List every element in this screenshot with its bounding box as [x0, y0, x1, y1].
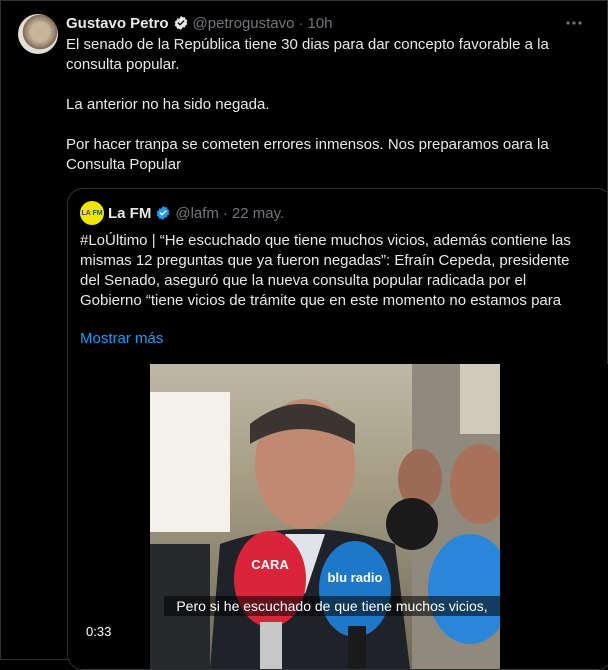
tweet-card[interactable]: Gustavo Petro @petrogustavo · 10h El sen…: [0, 0, 608, 670]
tweet-header: Gustavo Petro @petrogustavo · 10h: [66, 13, 333, 33]
quoted-author-handle: @lafm: [175, 204, 219, 222]
author-name[interactable]: Gustavo Petro: [66, 15, 169, 32]
verified-badge-icon: [157, 206, 170, 220]
mic-label: CARA: [251, 557, 289, 572]
quoted-tweet-body: #LoÚltimo | “He escuchado que tiene much…: [80, 232, 571, 309]
video-thumbnail: CARA blu radio: [150, 364, 500, 669]
video-caption: Pero si he escuchado de que tiene muchos…: [164, 596, 500, 616]
tweet-body: El senado de la República tiene 30 dias …: [66, 35, 586, 175]
video-duration: 0:33: [80, 622, 118, 641]
video-player[interactable]: CARA blu radio Pero si he escuchado de qu…: [68, 364, 608, 669]
separator-dot: ·: [298, 14, 304, 32]
tweet-paragraph: Por hacer tranpa se cometen errores inme…: [66, 136, 549, 173]
author-avatar[interactable]: [18, 14, 58, 54]
quoted-tweet-date: 22 may.: [231, 204, 285, 222]
more-options-icon[interactable]: [563, 13, 585, 33]
author-handle[interactable]: @petrogustavo: [193, 15, 295, 32]
quoted-author-name: La FM: [108, 204, 152, 222]
quoted-author-avatar: LA FM: [80, 201, 104, 225]
tweet-paragraph: El senado de la República tiene 30 dias …: [66, 36, 549, 73]
separator-dot: ·: [222, 204, 228, 222]
quoted-tweet[interactable]: LA FM La FM @lafm · 22 may. #LoÚltimo | …: [67, 188, 608, 670]
mic-label: blu radio: [328, 570, 383, 585]
quoted-tweet-header: LA FM La FM @lafm · 22 may.: [80, 201, 285, 225]
video-frame[interactable]: CARA blu radio Pero si he escuchado de qu…: [150, 364, 500, 669]
verified-badge-icon: [174, 16, 187, 30]
tweet-timestamp[interactable]: 10h: [307, 15, 332, 32]
show-more-link[interactable]: Mostrar más: [80, 330, 163, 347]
tweet-paragraph: La anterior no ha sido negada.: [66, 96, 270, 113]
